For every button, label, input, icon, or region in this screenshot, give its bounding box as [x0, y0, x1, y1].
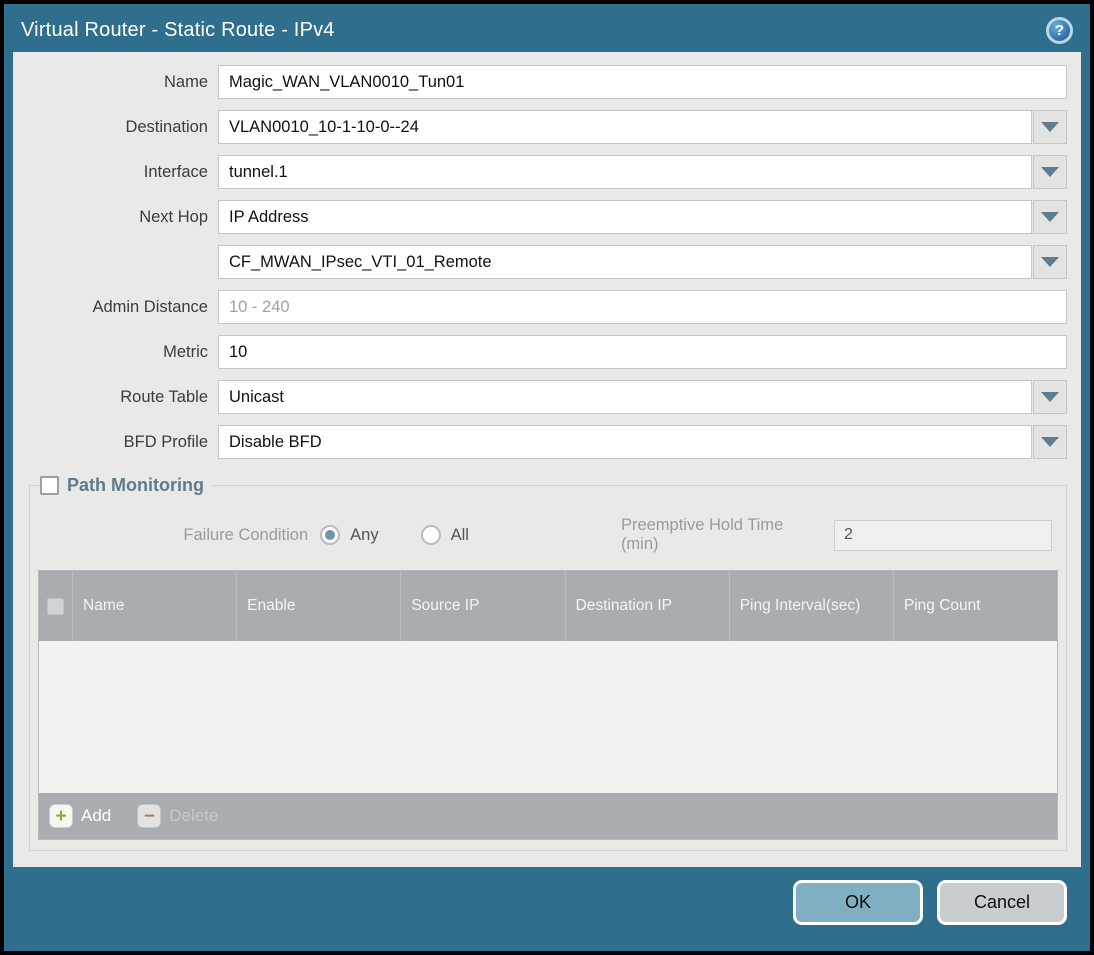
radio-selected-icon	[320, 525, 341, 545]
name-row: Name	[29, 65, 1067, 99]
column-header-source-ip[interactable]: Source IP	[401, 571, 566, 641]
table-header-row: Name Enable Source IP Destination IP Pin…	[39, 571, 1057, 641]
bfd-profile-label: BFD Profile	[123, 432, 208, 451]
path-monitoring-label: Path Monitoring	[67, 475, 204, 495]
path-monitoring-legend: Path Monitoring	[40, 475, 212, 496]
column-header-name[interactable]: Name	[73, 571, 238, 641]
column-header-ping-interval[interactable]: Ping Interval(sec)	[730, 571, 894, 641]
plus-icon: +	[49, 804, 73, 828]
interface-label: Interface	[143, 162, 208, 181]
table-toolbar: + Add − Delete	[39, 793, 1057, 839]
preemptive-hold-label: Preemptive Hold Time (min)	[620, 516, 784, 553]
destination-input[interactable]	[218, 110, 1032, 144]
column-header-enable[interactable]: Enable	[237, 571, 402, 641]
interface-row: Interface	[29, 155, 1067, 189]
next-hop-row: Next Hop	[29, 200, 1067, 234]
route-table-input[interactable]	[218, 380, 1032, 414]
metric-label: Metric	[163, 342, 208, 361]
admin-distance-input[interactable]	[218, 290, 1067, 324]
column-header-destination-ip[interactable]: Destination IP	[566, 571, 730, 641]
bfd-profile-input[interactable]	[218, 425, 1032, 459]
interface-input[interactable]	[218, 155, 1032, 189]
bfd-profile-dropdown-button[interactable]	[1033, 425, 1067, 459]
path-monitoring-section: Path Monitoring Failure Condition Any Al…	[29, 475, 1067, 851]
next-hop-address-dropdown-button[interactable]	[1033, 245, 1067, 279]
minus-icon: −	[137, 804, 162, 828]
help-icon[interactable]: ?	[1046, 16, 1073, 44]
route-table-label: Route Table	[120, 387, 208, 406]
delete-button[interactable]: − Delete	[137, 804, 218, 828]
radio-unselected-icon	[420, 525, 441, 545]
name-label: Name	[163, 72, 208, 91]
destination-row: Destination	[29, 110, 1067, 144]
route-table-dropdown-button[interactable]	[1033, 380, 1067, 414]
dialog-body: Name Destination Interface	[13, 52, 1081, 867]
path-monitoring-controls: Failure Condition Any All Preemptive Hol…	[38, 502, 1058, 570]
chevron-down-icon	[1041, 392, 1059, 402]
table-body-empty	[39, 641, 1057, 793]
table-select-all-cell	[39, 571, 73, 641]
admin-distance-label: Admin Distance	[92, 297, 208, 316]
bfd-profile-row: BFD Profile	[29, 425, 1067, 459]
title-bar: Virtual Router - Static Route - IPv4 ?	[13, 8, 1081, 52]
next-hop-address-input[interactable]	[218, 245, 1032, 279]
failure-condition-label: Failure Condition	[183, 525, 309, 544]
chevron-down-icon	[1041, 257, 1059, 267]
name-input[interactable]	[218, 65, 1067, 99]
add-button[interactable]: + Add	[49, 804, 111, 828]
metric-input[interactable]	[218, 335, 1067, 369]
admin-distance-row: Admin Distance	[29, 290, 1067, 324]
interface-dropdown-button[interactable]	[1033, 155, 1067, 189]
dialog-title: Virtual Router - Static Route - IPv4	[21, 18, 335, 41]
destination-label: Destination	[125, 117, 208, 136]
next-hop-type-dropdown-button[interactable]	[1033, 200, 1067, 234]
chevron-down-icon	[1041, 122, 1059, 132]
delete-button-label: Delete	[169, 806, 219, 825]
ok-button[interactable]: OK	[793, 879, 923, 925]
chevron-down-icon	[1041, 167, 1059, 177]
dialog-frame: Virtual Router - Static Route - IPv4 ? N…	[4, 4, 1090, 951]
next-hop-label: Next Hop	[139, 207, 208, 226]
failure-condition-any-radio[interactable]: Any	[320, 525, 379, 545]
dialog-window: Virtual Router - Static Route - IPv4 ? N…	[0, 0, 1094, 955]
path-monitoring-table: Name Enable Source IP Destination IP Pin…	[38, 570, 1058, 840]
next-hop-type-input[interactable]	[218, 200, 1032, 234]
chevron-down-icon	[1041, 437, 1059, 447]
cancel-button[interactable]: Cancel	[937, 879, 1067, 925]
add-button-label: Add	[81, 806, 112, 825]
select-all-checkbox[interactable]	[47, 597, 64, 615]
preemptive-hold-input[interactable]	[834, 519, 1052, 551]
next-hop-address-row	[29, 245, 1067, 279]
metric-row: Metric	[29, 335, 1067, 369]
dialog-footer: OK Cancel	[13, 867, 1081, 951]
failure-condition-all-radio[interactable]: All	[420, 525, 469, 545]
path-monitoring-checkbox[interactable]	[40, 476, 59, 495]
destination-dropdown-button[interactable]	[1033, 110, 1067, 144]
column-header-ping-count[interactable]: Ping Count	[894, 571, 1057, 641]
failure-condition-all-label: All	[450, 525, 469, 544]
failure-condition-any-label: Any	[350, 525, 379, 544]
route-table-row: Route Table	[29, 380, 1067, 414]
chevron-down-icon	[1041, 212, 1059, 222]
